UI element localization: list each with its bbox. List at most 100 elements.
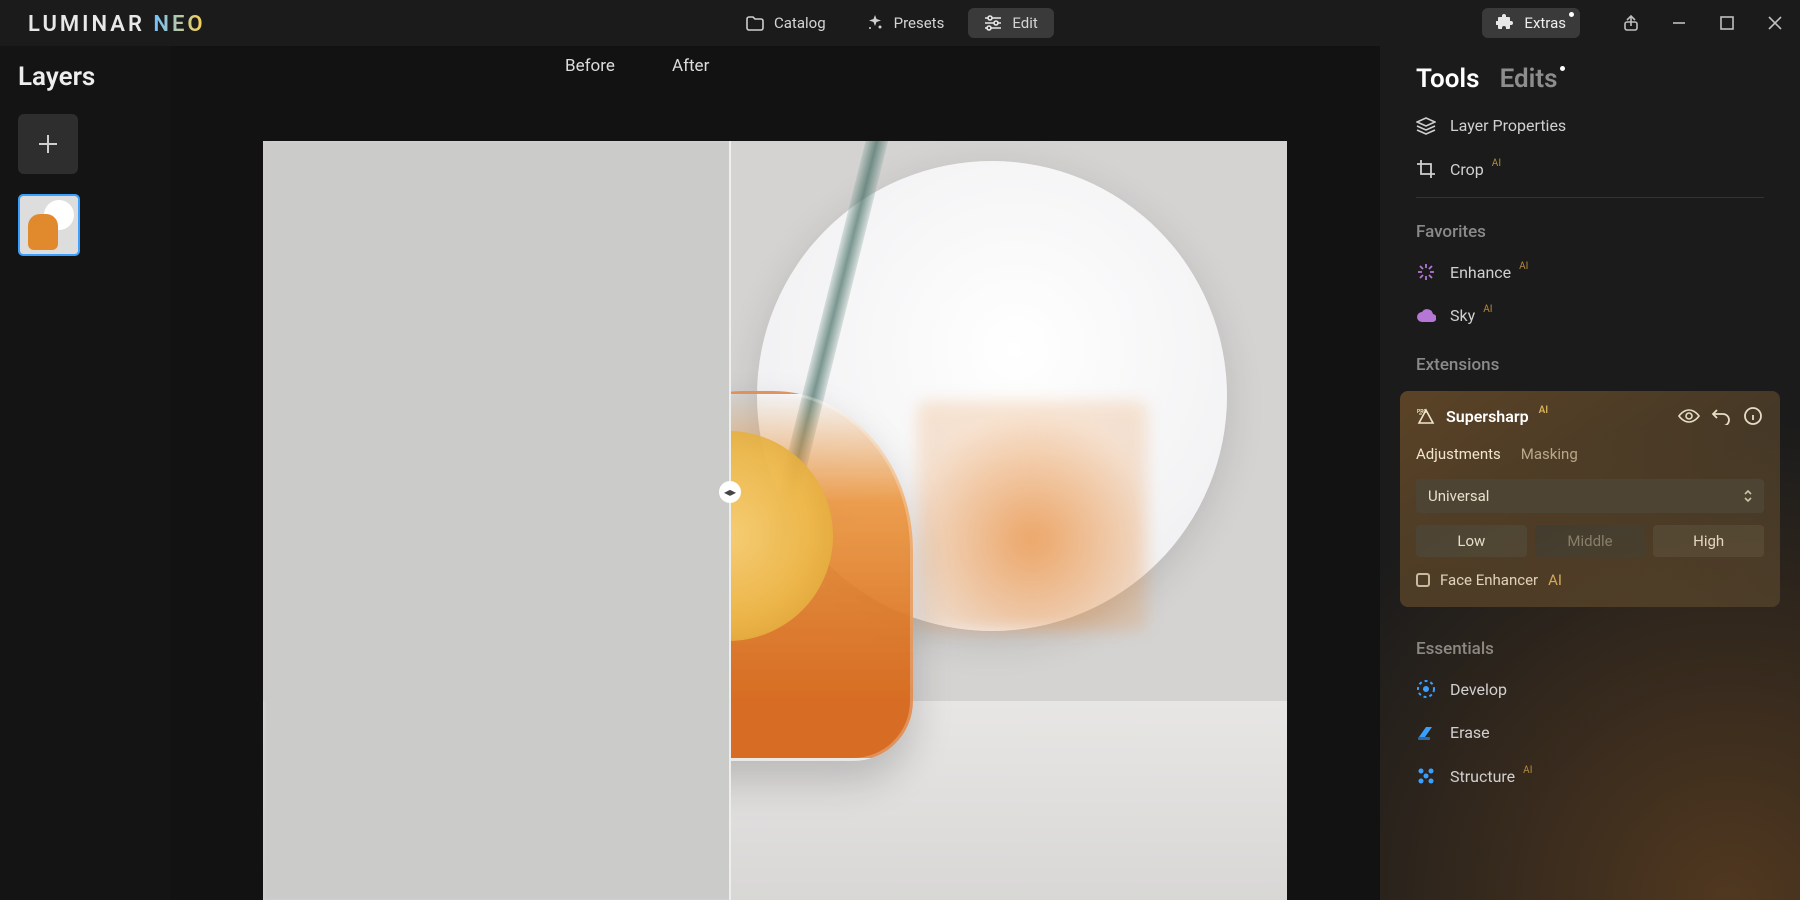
top-bar: LUMINAR NEO Catalog Presets Edit Extras [0, 0, 1800, 46]
tool-develop[interactable]: Develop [1380, 667, 1800, 711]
tab-edit-label: Edit [1012, 14, 1037, 32]
extension-supersharp-panel: PRO Supersharp AI Adjustments Masking Un… [1400, 391, 1780, 607]
section-extensions: Extensions [1380, 337, 1800, 383]
crop-ai-badge: AI [1492, 158, 1501, 169]
sparkle-icon [866, 14, 884, 32]
subtab-masking-label: Masking [1521, 445, 1578, 463]
right-tabs: Tools Edits [1380, 46, 1800, 104]
tab-edit[interactable]: Edit [968, 8, 1053, 38]
tab-tools-label: Tools [1416, 64, 1480, 94]
layers-panel: Layers [0, 46, 170, 900]
extras-button[interactable]: Extras [1482, 8, 1580, 38]
tab-edits[interactable]: Edits [1500, 64, 1558, 94]
chevron-updown-icon [1742, 488, 1754, 504]
face-enhancer-checkbox[interactable]: Face Enhancer AI [1416, 571, 1764, 589]
sky-ai-badge: AI [1483, 304, 1492, 315]
enhance-ai-badge: AI [1519, 261, 1528, 272]
section-essentials: Essentials [1380, 621, 1800, 667]
mode-select-value: Universal [1428, 487, 1489, 505]
intensity-high-label: High [1693, 532, 1724, 550]
intensity-middle[interactable]: Middle [1535, 525, 1646, 557]
sliders-icon [984, 15, 1002, 31]
photo-preview: ◂▸ [263, 141, 1287, 900]
info-icon[interactable] [1742, 405, 1764, 427]
develop-icon [1416, 679, 1436, 699]
structure-ai-badge: AI [1523, 765, 1532, 776]
tool-layer-properties-label: Layer Properties [1450, 116, 1566, 135]
erase-icon [1416, 725, 1436, 741]
checkbox-icon [1416, 573, 1430, 587]
thumbnail-image [20, 196, 78, 254]
mode-select[interactable]: Universal [1416, 479, 1764, 513]
extension-subtabs: Adjustments Masking [1416, 445, 1764, 463]
brand-first: LUMINAR [28, 12, 153, 37]
eye-icon[interactable] [1678, 405, 1700, 427]
tool-crop[interactable]: Crop AI [1380, 147, 1800, 191]
layers-title: Layers [18, 62, 170, 92]
tab-presets[interactable]: Presets [850, 8, 961, 38]
add-layer-button[interactable] [18, 114, 78, 174]
layer-thumbnail[interactable] [18, 194, 80, 256]
enhance-icon [1416, 262, 1436, 282]
face-ai-badge: AI [1548, 571, 1562, 589]
compare-handle-icon[interactable]: ◂▸ [719, 481, 741, 503]
intensity-buttons: Low Middle High [1416, 525, 1764, 557]
tab-presets-label: Presets [894, 14, 945, 32]
extension-header[interactable]: PRO Supersharp AI [1416, 405, 1764, 427]
canvas-area: Before After ◂▸ [170, 46, 1380, 900]
tool-structure[interactable]: Structure AI [1380, 754, 1800, 798]
svg-text:PRO: PRO [1417, 409, 1427, 415]
intensity-high[interactable]: High [1653, 525, 1764, 557]
tab-edits-label: Edits [1500, 64, 1558, 94]
plus-icon [35, 131, 61, 157]
tool-develop-label: Develop [1450, 680, 1507, 699]
separator [1416, 197, 1764, 198]
extension-ai-badge: AI [1539, 405, 1549, 416]
tab-catalog-label: Catalog [774, 14, 826, 32]
tool-enhance-label: Enhance [1450, 263, 1511, 282]
face-enhancer-label: Face Enhancer [1440, 571, 1538, 589]
before-label: Before [565, 56, 615, 76]
puzzle-icon [1496, 14, 1514, 32]
window-controls [1620, 0, 1786, 46]
tool-crop-label: Crop [1450, 160, 1484, 179]
subtab-adjustments[interactable]: Adjustments [1416, 445, 1501, 463]
right-panel: Tools Edits Layer Properties Crop AI Fav… [1380, 46, 1800, 900]
close-button[interactable] [1764, 12, 1786, 34]
intensity-low-label: Low [1457, 532, 1485, 550]
intensity-middle-label: Middle [1567, 532, 1612, 550]
tab-catalog[interactable]: Catalog [730, 8, 842, 38]
tool-sky[interactable]: Sky AI [1380, 294, 1800, 337]
intensity-low[interactable]: Low [1416, 525, 1527, 557]
tool-erase-label: Erase [1450, 723, 1490, 742]
extension-title: Supersharp [1446, 407, 1529, 426]
extras-label: Extras [1524, 14, 1566, 32]
tool-erase[interactable]: Erase [1380, 711, 1800, 754]
tool-structure-label: Structure [1450, 767, 1515, 786]
structure-icon [1416, 766, 1436, 786]
layers-icon [1416, 117, 1436, 135]
minimize-button[interactable] [1668, 12, 1690, 34]
mode-tabs: Catalog Presets Edit [730, 8, 1054, 38]
compare-divider[interactable]: ◂▸ [729, 141, 731, 900]
share-icon[interactable] [1620, 12, 1642, 34]
folder-icon [746, 16, 764, 31]
section-favorites: Favorites [1380, 204, 1800, 250]
edits-dot-icon [1560, 66, 1565, 71]
maximize-button[interactable] [1716, 12, 1738, 34]
subtab-masking[interactable]: Masking [1521, 445, 1578, 463]
undo-icon[interactable] [1710, 405, 1732, 427]
tab-tools[interactable]: Tools [1416, 64, 1480, 94]
brand-second: NEO [153, 12, 205, 37]
tool-enhance[interactable]: Enhance AI [1380, 250, 1800, 294]
app-brand: LUMINAR NEO [28, 12, 206, 37]
crop-icon [1416, 159, 1436, 179]
tool-sky-label: Sky [1450, 306, 1475, 325]
image-viewport[interactable]: ◂▸ [170, 141, 1380, 900]
tool-layer-properties[interactable]: Layer Properties [1380, 104, 1800, 147]
after-label: After [672, 56, 709, 76]
cloud-icon [1416, 309, 1436, 323]
supersharp-icon: PRO [1416, 407, 1436, 425]
notification-dot-icon [1569, 12, 1574, 17]
subtab-adjustments-label: Adjustments [1416, 445, 1501, 463]
